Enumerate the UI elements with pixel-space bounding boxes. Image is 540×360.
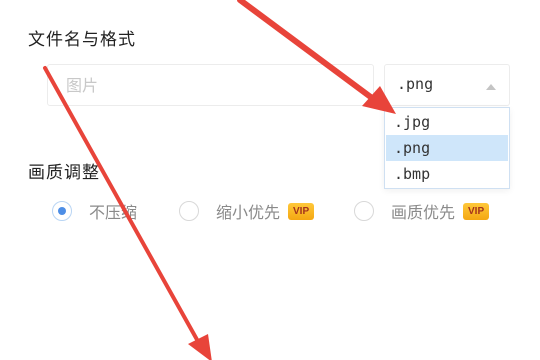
radio-unchecked-icon[interactable] [179,201,199,221]
format-select[interactable]: .png [384,64,510,106]
vip-badge: VIP [463,202,490,220]
format-option-png[interactable]: .png [386,135,508,161]
filename-input[interactable] [47,64,374,106]
vip-badge: VIP [288,202,315,220]
radio-label-size-priority: 缩小优先 [216,203,281,222]
format-select-value: .png [397,75,434,93]
caret-up-icon [486,84,496,90]
filename-format-title: 文件名与格式 [28,30,136,50]
quality-adjust-title: 画质调整 [28,163,100,183]
radio-size-priority[interactable]: 缩小优先 VIP [179,198,315,224]
format-option-jpg[interactable]: .jpg [386,109,508,135]
radio-no-compress[interactable]: 不压缩 [52,198,137,224]
radio-checked-icon[interactable] [52,201,72,221]
radio-quality-priority[interactable]: 画质优先 VIP [354,198,490,224]
radio-label-no-compress: 不压缩 [89,203,138,222]
format-dropdown-list: .jpg .png .bmp [384,107,510,189]
radio-label-quality-priority: 画质优先 [391,203,456,222]
format-option-bmp[interactable]: .bmp [386,161,508,187]
radio-unchecked-icon[interactable] [354,201,374,221]
